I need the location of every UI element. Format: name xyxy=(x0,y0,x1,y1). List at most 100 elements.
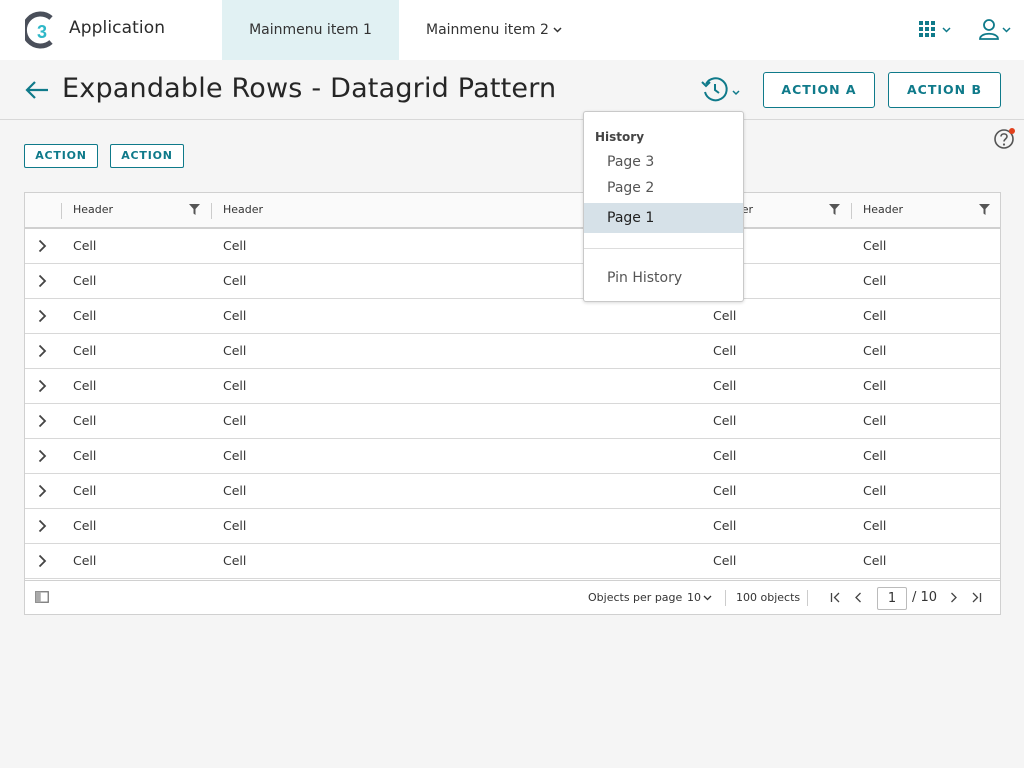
history-dropdown-title: History xyxy=(595,130,645,144)
history-item-page-1[interactable]: Page 1 xyxy=(584,203,743,233)
table-cell: Cell xyxy=(223,273,247,288)
history-item-page-2[interactable]: Page 2 xyxy=(584,173,743,203)
grid-header: Header Header Header Header xyxy=(25,193,1000,229)
last-page-icon[interactable] xyxy=(971,592,982,603)
table-cell: Cell xyxy=(713,553,737,568)
table-cell: Cell xyxy=(863,448,887,463)
table-cell: Cell xyxy=(73,343,97,358)
table-cell: Cell xyxy=(73,378,97,393)
help-icon[interactable] xyxy=(993,128,1017,156)
chevron-right-icon[interactable] xyxy=(37,519,49,533)
chevron-down-icon xyxy=(703,595,712,601)
prev-page-icon[interactable] xyxy=(853,592,864,603)
table-row[interactable]: CellCellCellCell xyxy=(25,264,1000,299)
datagrid: Header Header Header Header CellCellCell… xyxy=(24,192,1001,615)
table-cell: Cell xyxy=(223,343,247,358)
table-cell: Cell xyxy=(713,343,737,358)
table-row[interactable]: CellCellCellCell xyxy=(25,299,1000,334)
c3-logo[interactable]: 3 xyxy=(21,11,61,49)
table-cell: Cell xyxy=(223,553,247,568)
action-b-button[interactable]: ACTION B xyxy=(888,72,1001,108)
table-cell: Cell xyxy=(223,238,247,253)
first-page-icon[interactable] xyxy=(830,592,841,603)
app-title[interactable]: Application xyxy=(69,18,165,38)
chevron-right-icon[interactable] xyxy=(37,239,49,253)
user-icon[interactable] xyxy=(978,19,1014,45)
table-cell: Cell xyxy=(863,518,887,533)
table-cell: Cell xyxy=(73,518,97,533)
table-cell: Cell xyxy=(223,413,247,428)
mainmenu-item-1[interactable]: Mainmenu item 1 xyxy=(222,0,399,60)
table-row[interactable]: CellCellCellCell xyxy=(25,229,1000,264)
column-toggle-icon[interactable] xyxy=(35,591,49,603)
pin-history-button[interactable]: Pin History xyxy=(584,263,743,293)
filter-icon[interactable] xyxy=(189,204,200,215)
table-row[interactable]: Cell Cell Cell Cell xyxy=(25,439,1000,474)
table-cell: Cell xyxy=(713,448,737,463)
chevron-down-icon xyxy=(553,27,562,33)
table-cell: Cell xyxy=(73,483,97,498)
table-row[interactable]: CellCellCellCell xyxy=(25,334,1000,369)
table-row[interactable]: Cell Cell Cell Cell xyxy=(25,404,1000,439)
table-cell: Cell xyxy=(223,308,247,323)
table-cell: Cell xyxy=(863,483,887,498)
grid-footer: Objects per page 10 100 objects 1 / 10 xyxy=(25,580,1000,614)
table-cell: Cell xyxy=(73,413,97,428)
table-cell: Cell xyxy=(713,518,737,533)
mainmenu-item-1-label: Mainmenu item 1 xyxy=(249,22,372,38)
action-a-button[interactable]: ACTION A xyxy=(763,72,875,108)
page-count: / 10 xyxy=(912,590,938,605)
table-cell: Cell xyxy=(713,308,737,323)
total-objects: 100 objects xyxy=(736,591,801,604)
page-title: Expandable Rows - Datagrid Pattern xyxy=(62,73,557,104)
column-header-4[interactable]: Header xyxy=(851,193,1000,227)
table-cell: Cell xyxy=(863,413,887,428)
back-arrow-icon[interactable] xyxy=(24,79,50,105)
mainmenu-item-2-label: Mainmenu item 2 xyxy=(426,22,549,38)
chevron-right-icon[interactable] xyxy=(37,484,49,498)
table-cell: Cell xyxy=(223,378,247,393)
history-button[interactable] xyxy=(701,76,745,106)
table-row[interactable]: Cell Cell Cell Cell xyxy=(25,509,1000,544)
table-cell: Cell xyxy=(863,553,887,568)
next-page-icon[interactable] xyxy=(948,592,959,603)
current-page-input[interactable]: 1 xyxy=(877,587,907,610)
column-header-1[interactable]: Header xyxy=(61,193,211,227)
history-divider xyxy=(584,248,743,249)
objects-per-page-value: 10 xyxy=(687,591,701,604)
chevron-right-icon[interactable] xyxy=(37,414,49,428)
history-dropdown: History Page 3 Page 2 Page 1 Pin History xyxy=(583,111,744,302)
action-button-1[interactable]: ACTION xyxy=(24,144,98,168)
action-button-2[interactable]: ACTION xyxy=(110,144,184,168)
chevron-right-icon[interactable] xyxy=(37,449,49,463)
table-row[interactable]: CellCellCellCell xyxy=(25,369,1000,404)
table-cell: Cell xyxy=(223,483,247,498)
column-header-2-label: Header xyxy=(223,203,264,216)
table-row[interactable]: CellCellCellCell xyxy=(25,544,1000,579)
table-cell: Cell xyxy=(73,238,97,253)
svg-text:3: 3 xyxy=(37,22,47,42)
chevron-right-icon[interactable] xyxy=(37,344,49,358)
chevron-right-icon[interactable] xyxy=(37,274,49,288)
chevron-right-icon[interactable] xyxy=(37,309,49,323)
table-cell: Cell xyxy=(863,238,887,253)
chevron-right-icon[interactable] xyxy=(37,554,49,568)
table-cell: Cell xyxy=(73,308,97,323)
table-cell: Cell xyxy=(713,483,737,498)
table-cell: Cell xyxy=(713,413,737,428)
filter-icon[interactable] xyxy=(829,204,840,215)
apps-grid-icon[interactable] xyxy=(919,21,953,43)
objects-per-page-label: Objects per page xyxy=(588,591,683,604)
table-cell: Cell xyxy=(713,378,737,393)
table-cell: Cell xyxy=(73,448,97,463)
filter-icon[interactable] xyxy=(979,204,990,215)
page-header: Expandable Rows - Datagrid Pattern ACTIO… xyxy=(0,60,1024,120)
mainmenu-item-2[interactable]: Mainmenu item 2 xyxy=(414,0,574,60)
table-cell: Cell xyxy=(223,518,247,533)
table-cell: Cell xyxy=(223,448,247,463)
table-row[interactable]: Cell Cell Cell Cell xyxy=(25,474,1000,509)
table-cell: Cell xyxy=(73,273,97,288)
history-icon xyxy=(701,77,740,102)
chevron-right-icon[interactable] xyxy=(37,379,49,393)
objects-per-page-select[interactable]: 10 xyxy=(687,581,712,615)
